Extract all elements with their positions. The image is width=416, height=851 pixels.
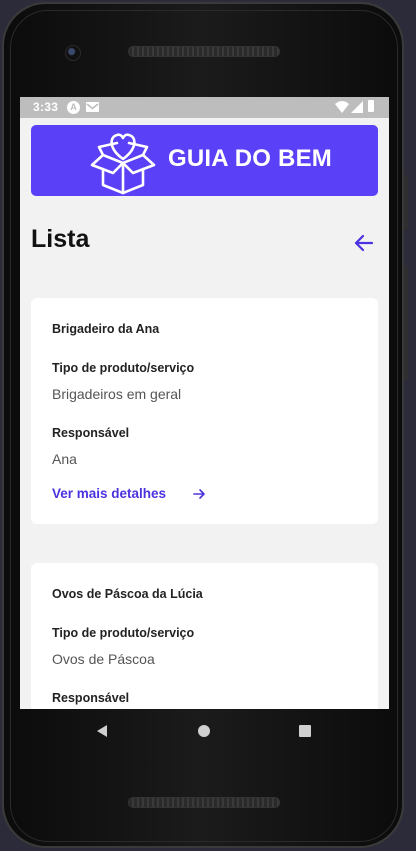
android-nav-bar: [20, 709, 389, 753]
status-time: 3:33: [33, 100, 59, 114]
item-type-label: Tipo de produto/serviço: [52, 361, 195, 375]
details-link-label: Ver mais detalhes: [52, 486, 167, 501]
status-bar: 3:33 A: [20, 97, 389, 118]
item-name: Brigadeiro da Ana: [52, 322, 160, 336]
gmail-icon: [86, 102, 99, 112]
details-link[interactable]: Ver mais detalhes: [52, 486, 212, 504]
heart-box-icon: [90, 133, 156, 195]
page-title: Lista: [31, 225, 90, 253]
item-owner-label: Responsável: [52, 691, 130, 705]
volume-button: [404, 265, 408, 380]
back-triangle-icon[interactable]: [95, 724, 109, 738]
item-owner-label: Responsável: [52, 426, 130, 440]
home-circle-icon[interactable]: [198, 725, 210, 737]
list-item: Brigadeiro da Ana Tipo de produto/serviç…: [31, 298, 378, 524]
battery-icon: [368, 100, 374, 112]
item-owner-value: Ana: [52, 451, 77, 467]
app-screen: 3:33 A GUIA DO BEM Lista Brigadeiro da A…: [20, 97, 389, 709]
wifi-icon: [335, 101, 349, 113]
item-type-label: Tipo de produto/serviço: [52, 626, 195, 640]
arrow-left-icon[interactable]: [352, 231, 376, 255]
recents-square-icon[interactable]: [299, 725, 311, 737]
item-type-value: Brigadeiros em geral: [52, 386, 182, 402]
a-app-icon: A: [67, 101, 80, 114]
item-name: Ovos de Páscoa da Lúcia: [52, 587, 203, 601]
front-camera: [65, 45, 81, 61]
top-speaker: [128, 46, 280, 57]
app-banner: GUIA DO BEM: [31, 125, 378, 196]
signal-icon: [351, 101, 363, 113]
bottom-speaker: [128, 797, 280, 808]
banner-title: GUIA DO BEM: [168, 145, 332, 172]
item-type-value: Ovos de Páscoa: [52, 651, 155, 667]
list-item: Ovos de Páscoa da Lúcia Tipo de produto/…: [31, 563, 378, 709]
arrow-right-icon: [193, 489, 205, 499]
power-button: [404, 175, 408, 230]
